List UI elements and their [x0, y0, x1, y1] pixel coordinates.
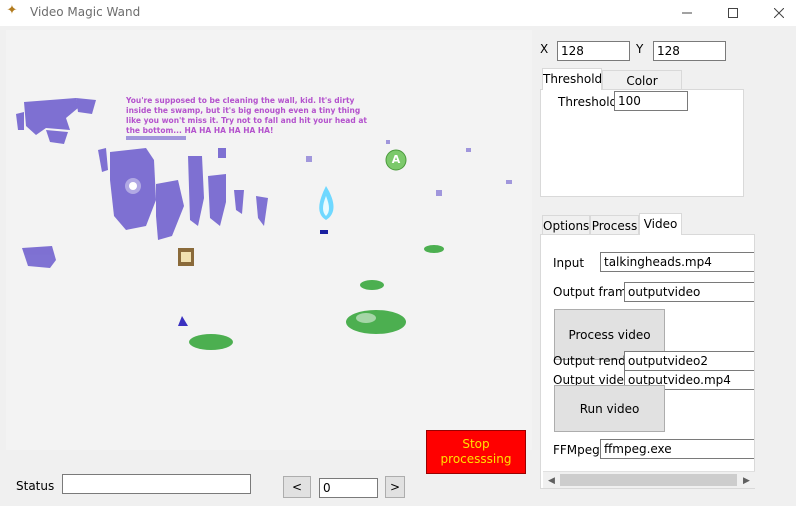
tab-process[interactable]: Process [590, 215, 639, 235]
run-video-button[interactable]: Run video [554, 385, 665, 432]
frame-number-input[interactable]: 0 [319, 478, 378, 498]
maximize-icon [728, 8, 738, 18]
ffmpeg-field[interactable]: ffmpeg.exe [600, 439, 754, 459]
speech-text: You're supposed to be cleaning the wall,… [126, 96, 367, 135]
y-input[interactable]: 128 [653, 41, 726, 61]
tab-video[interactable]: Video [639, 213, 682, 235]
minimize-icon [682, 12, 692, 14]
threshold-panel: Threshold 100 [540, 89, 744, 197]
y-label: Y [636, 42, 644, 56]
magic-wand-icon: ✦ [6, 3, 18, 18]
close-icon [774, 8, 784, 18]
stop-line-2: processsing [440, 452, 512, 466]
x-label: X [540, 42, 549, 56]
status-label: Status [16, 479, 55, 493]
scroll-left-icon[interactable]: ◀ [543, 472, 560, 489]
video-panel-scrollbar[interactable]: ◀ ▶ [543, 471, 755, 488]
maximize-button[interactable] [710, 0, 756, 26]
ffmpeg-label: FFMpeg [553, 443, 600, 457]
stop-line-1: Stop [462, 437, 490, 451]
video-frame-view[interactable]: You're supposed to be cleaning the wall,… [6, 30, 532, 450]
title-bar: ✦ Video Magic Wand [0, 0, 796, 26]
a-button-badge: A [392, 153, 401, 166]
close-button[interactable] [756, 0, 796, 26]
threshold-label: Threshold [558, 95, 618, 109]
scrollbar-thumb[interactable] [560, 474, 737, 486]
status-field[interactable] [62, 474, 251, 494]
stop-processing-button[interactable]: Stop processsing [426, 430, 526, 474]
next-frame-button[interactable]: > [385, 476, 405, 498]
processed-frame-image: You're supposed to be cleaning the wall,… [16, 96, 512, 350]
output-render-field[interactable]: outputvideo2 [624, 351, 754, 371]
tab-options[interactable]: Options [542, 215, 590, 235]
threshold-input[interactable]: 100 [614, 91, 688, 111]
minimize-button[interactable] [664, 0, 710, 26]
tab-threshold[interactable]: Threshold [542, 68, 602, 90]
input-label: Input [553, 256, 585, 270]
previous-frame-button[interactable]: < [283, 476, 311, 498]
video-panel: Input talkingheads.mp4 Output frames out… [540, 234, 755, 489]
tab-color-threshold[interactable]: Color threshold [602, 70, 682, 102]
scroll-right-icon[interactable]: ▶ [738, 472, 755, 489]
window-title: Video Magic Wand [30, 5, 141, 19]
x-input[interactable]: 128 [557, 41, 630, 61]
input-file-field[interactable]: talkingheads.mp4 [600, 252, 754, 272]
output-frames-field[interactable]: outputvideo [624, 282, 754, 302]
